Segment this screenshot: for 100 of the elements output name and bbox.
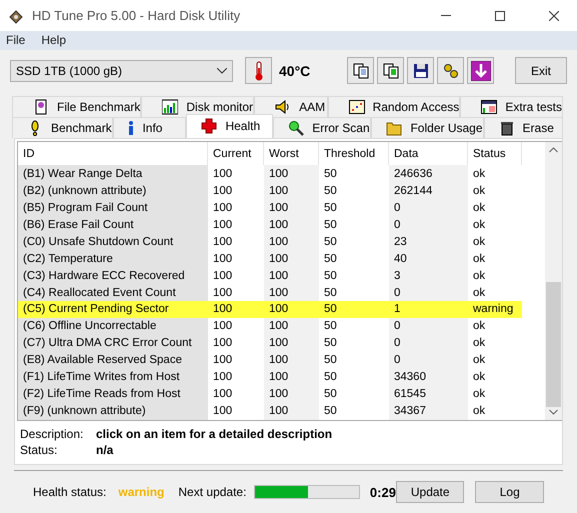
column-header[interactable]: Data [389, 142, 468, 166]
temperature-reading: 40°C [279, 62, 310, 79]
detail-value: n/a [96, 442, 114, 457]
scroll-down-icon[interactable] [549, 408, 558, 415]
table-cell: 50 [319, 300, 389, 318]
speaker-icon [275, 98, 292, 115]
table-cell: 100 [264, 318, 319, 335]
table-cell: (F9) (unknown attribute) [18, 402, 208, 420]
table-cell: 0 [389, 318, 468, 335]
tab[interactable]: Disk monitor [141, 96, 254, 117]
thermometer-icon [254, 60, 264, 81]
table-cell: 100 [264, 165, 319, 182]
maximize-icon [495, 10, 505, 20]
table-cell: 100 [208, 300, 264, 318]
chevron-down-icon [217, 68, 227, 74]
scroll-up-icon[interactable] [549, 146, 558, 153]
table-cell: 0 [389, 216, 468, 234]
tab[interactable]: AAM [254, 96, 328, 117]
tab[interactable]: Erase [484, 116, 563, 138]
table-cell: (C7) Ultra DMA CRC Error Count [18, 334, 208, 352]
table-cell: 100 [264, 284, 319, 301]
window-title: HD Tune Pro 5.00 - Hard Disk Utility [32, 8, 242, 23]
table-cell: 100 [264, 267, 319, 284]
close-icon [549, 10, 559, 20]
exit-button[interactable]: Exit [515, 57, 567, 84]
log-button[interactable]: Log [475, 481, 544, 504]
tab[interactable]: Info [113, 116, 186, 138]
detail-label: Status: [20, 442, 58, 457]
bar-chart-icon [162, 98, 178, 115]
table-cell: 100 [264, 368, 319, 386]
table-cell: 34367 [389, 402, 468, 420]
table-cell: (B1) Wear Range Delta [18, 165, 208, 182]
health-status-value: warning [118, 485, 164, 500]
table-cell: warning [468, 300, 522, 318]
table-cell: (C6) Offline Uncorrectable [18, 318, 208, 335]
table-cell: (C0) Unsafe Shutdown Count [18, 233, 208, 250]
table-cell: 100 [264, 233, 319, 250]
menu-item[interactable]: Help [41, 33, 66, 48]
down-arrow-icon [470, 60, 490, 81]
table-cell: 100 [264, 402, 319, 420]
table-cell: 0 [389, 199, 468, 216]
table-cell: 100 [264, 352, 319, 369]
trash-icon [498, 120, 515, 136]
table-cell: 0 [389, 284, 468, 301]
table-cell: (C4) Reallocated Event Count [18, 284, 208, 301]
tab[interactable]: Error Scan [273, 116, 372, 138]
table-cell: (B5) Program Fail Count [18, 199, 208, 216]
table-cell: 246636 [389, 165, 468, 182]
menu-item[interactable]: File [6, 33, 26, 48]
column-header[interactable]: Worst [264, 142, 319, 166]
tab[interactable]: Random Access [328, 96, 460, 117]
column-header[interactable]: ID [18, 142, 208, 166]
tab[interactable]: Benchmark [12, 116, 114, 138]
tab[interactable]: File Benchmark [12, 96, 142, 117]
table-cell: 1 [389, 300, 468, 318]
table-cell: (C5) Current Pending Sector [18, 300, 208, 318]
info-icon [128, 120, 134, 136]
scrollbar[interactable] [545, 142, 562, 420]
tab[interactable]: Extra tests [460, 96, 563, 117]
table-cell: 100 [264, 386, 319, 403]
table-cell: (B6) Erase Fail Count [18, 216, 208, 234]
table-cell: 100 [264, 182, 319, 200]
options-button[interactable] [437, 57, 464, 84]
thermometer-button[interactable] [245, 57, 272, 84]
table-cell: 0 [389, 352, 468, 369]
copy-screenshot-button[interactable] [377, 57, 404, 84]
coins-icon [442, 62, 458, 79]
detail-value: click on an item for a detailed description [96, 426, 334, 441]
document-icon [33, 98, 49, 115]
table-cell: (F2) LifeTime Reads from Host [18, 386, 208, 403]
next-update-label: Next update: [178, 485, 246, 500]
documents-icon [352, 62, 368, 79]
update-button[interactable]: Update [396, 481, 464, 504]
table-cell: (E8) Available Reserved Space [18, 352, 208, 369]
save-button[interactable] [407, 57, 434, 84]
copy-button[interactable] [347, 57, 374, 84]
download-button[interactable] [467, 57, 494, 84]
table-cell: 262144 [389, 182, 468, 200]
tab[interactable]: Folder Usage [371, 116, 484, 138]
table-cell: (C3) Hardware ECC Recovered [18, 267, 208, 284]
table-cell: 34360 [389, 368, 468, 386]
table-cell: 61545 [389, 386, 468, 403]
scrollbar-thumb[interactable] [546, 282, 561, 407]
magnifier-icon [288, 120, 304, 136]
table-cell: 100 [264, 250, 319, 268]
table-cell: 3 [389, 267, 468, 284]
table-cell: 0 [389, 334, 468, 352]
table-cell: 100 [264, 300, 319, 318]
table-cell: 100 [264, 199, 319, 216]
minimize-icon [441, 15, 451, 16]
table-cell: (C2) Temperature [18, 250, 208, 268]
table-chart-icon [481, 98, 498, 115]
tab[interactable]: Health [186, 114, 274, 138]
scatter-plot-icon [348, 98, 365, 115]
countdown: 0:29 [370, 484, 396, 500]
drive-dropdown[interactable]: SSD 1TB (1000 gB) [10, 60, 233, 82]
health-status-label: Health status: [33, 485, 106, 500]
table-cell: (B2) (unknown attribute) [18, 182, 208, 200]
detail-label: Description: [20, 426, 84, 441]
image-copy-icon [382, 62, 398, 79]
